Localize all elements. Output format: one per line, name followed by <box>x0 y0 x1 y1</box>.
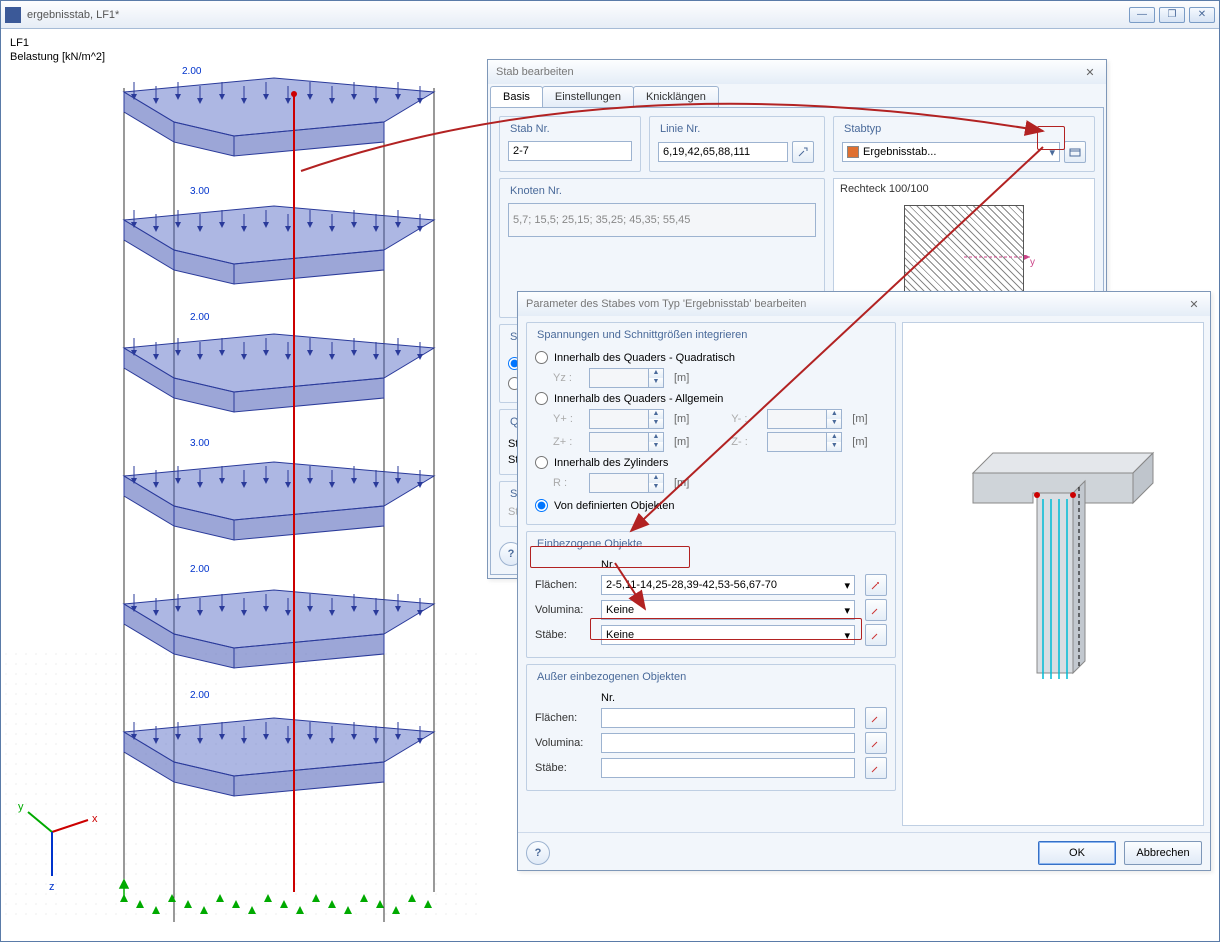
stab-nr-label: Stab Nr. <box>506 123 554 135</box>
opt-allgemein-radio[interactable] <box>535 392 548 405</box>
tab-knicklaengen[interactable]: Knicklängen <box>633 86 719 107</box>
staebe-value: Keine <box>606 629 844 641</box>
stabtyp-edit-icon[interactable] <box>1064 141 1086 163</box>
pick-volumina-excl-icon[interactable] <box>865 732 887 754</box>
nr-label: Nr. <box>601 559 615 571</box>
dialog1-title-bar: Stab bearbeiten ✕ <box>488 60 1106 84</box>
close-button[interactable]: ✕ <box>1189 7 1215 23</box>
help-button[interactable]: ? <box>526 841 550 865</box>
load-value: 2.00 <box>190 312 209 323</box>
dialog-parameter: Parameter des Stabes vom Typ 'Ergebnisst… <box>517 291 1211 871</box>
dialog1-title: Stab bearbeiten <box>496 66 574 78</box>
zplus-input <box>589 432 649 452</box>
yminus-label: Y- : <box>731 413 761 425</box>
opt-zylinder-label: Innerhalb des Zylinders <box>554 457 668 469</box>
opt-allgemein-label: Innerhalb des Quaders - Allgemein <box>554 393 723 405</box>
dialog1-close-icon[interactable]: ✕ <box>1082 64 1098 80</box>
load-value: 2.00 <box>182 66 201 77</box>
preview-tsection-icon <box>903 323 1203 823</box>
main-window: ergebnisstab, LF1* — ❐ ✕ LF1 Belastung [… <box>0 0 1220 942</box>
cancel-button[interactable]: Abbrechen <box>1124 841 1202 865</box>
opt-quadratisch-label: Innerhalb des Quaders - Quadratisch <box>554 352 735 364</box>
r-label: R : <box>553 477 583 489</box>
dialog2-title: Parameter des Stabes vom Typ 'Ergebnisst… <box>526 298 806 310</box>
zplus-label: Z+ : <box>553 436 583 448</box>
flaechen-excl-input[interactable] <box>601 708 855 728</box>
stabtyp-value: Ergebnisstab... <box>863 146 1049 158</box>
pick-volumina-icon[interactable] <box>865 599 887 621</box>
stabtyp-color-swatch <box>847 146 859 158</box>
chevron-down-icon: ▾ <box>844 629 850 642</box>
excluded-group-label: Außer einbezogenen Objekten <box>533 671 690 683</box>
integrate-group-label: Spannungen und Schnittgrößen integrieren <box>533 329 751 341</box>
flaechen-select[interactable]: 2-5,11-14,25-28,39-42,53-56,67-70▾ <box>601 575 855 595</box>
staebe-excl-label: Stäbe: <box>535 762 595 774</box>
parameter-preview <box>902 322 1204 826</box>
yplus-label: Y+ : <box>553 413 583 425</box>
tab-basis[interactable]: Basis <box>490 86 543 107</box>
pick-line-icon[interactable] <box>792 141 814 163</box>
stab-nr-input[interactable] <box>508 141 632 161</box>
minimize-button[interactable]: — <box>1129 7 1155 23</box>
flaechen-label: Flächen: <box>535 579 595 591</box>
zminus-input <box>767 432 827 452</box>
volumina-select[interactable]: Keine▾ <box>601 600 855 620</box>
opt-quadratisch-radio[interactable] <box>535 351 548 364</box>
pick-staebe-excl-icon[interactable] <box>865 757 887 779</box>
volumina-excl-label: Volumina: <box>535 737 595 749</box>
load-value: 2.00 <box>190 690 209 701</box>
linie-nr-label: Linie Nr. <box>656 123 704 135</box>
knoten-label: Knoten Nr. <box>506 185 566 197</box>
included-group-label: Einbezogene Objekte <box>533 538 646 550</box>
axis-y: y <box>18 801 24 813</box>
volumina-excl-input[interactable] <box>601 733 855 753</box>
flaechen-value: 2-5,11-14,25-28,39-42,53-56,67-70 <box>606 579 844 591</box>
staebe-select[interactable]: Keine▾ <box>601 625 855 645</box>
pick-flaechen-excl-icon[interactable] <box>865 707 887 729</box>
main-title-bar: ergebnisstab, LF1* — ❐ ✕ <box>1 1 1219 29</box>
flaechen-excl-label: Flächen: <box>535 712 595 724</box>
load-value: 3.00 <box>190 186 209 197</box>
cross-section-label: Rechteck 100/100 <box>840 183 929 195</box>
load-value: 3.00 <box>190 438 209 449</box>
yz-label: Yz : <box>553 372 583 384</box>
zminus-label: Z- : <box>731 436 761 448</box>
r-input <box>589 473 649 493</box>
maximize-button[interactable]: ❐ <box>1159 7 1185 23</box>
axis-z: z <box>49 881 55 893</box>
app-icon <box>5 7 21 23</box>
dialog2-close-icon[interactable]: ✕ <box>1186 296 1202 312</box>
volumina-label: Volumina: <box>535 604 595 616</box>
model-sketch: x y z <box>4 32 484 932</box>
chevron-down-icon: ▾ <box>1049 146 1055 159</box>
axis-x: x <box>92 813 98 825</box>
linie-nr-input[interactable] <box>658 142 788 162</box>
yplus-input <box>589 409 649 429</box>
staebe-label: Stäbe: <box>535 629 595 641</box>
chevron-down-icon: ▾ <box>844 579 850 592</box>
window-title: ergebnisstab, LF1* <box>27 9 1129 21</box>
volumina-value: Keine <box>606 604 844 616</box>
nr-label: Nr. <box>601 692 615 704</box>
stabtyp-label: Stabtyp <box>840 123 885 135</box>
stabtyp-select[interactable]: Ergebnisstab... ▾ <box>842 142 1060 162</box>
yz-input <box>589 368 649 388</box>
unit-m: [m] <box>674 372 689 384</box>
staebe-excl-input[interactable] <box>601 758 855 778</box>
opt-zylinder-radio[interactable] <box>535 456 548 469</box>
dialog2-title-bar: Parameter des Stabes vom Typ 'Ergebnisst… <box>518 292 1210 316</box>
knoten-input <box>508 203 816 237</box>
tab-einstellungen[interactable]: Einstellungen <box>542 86 634 107</box>
opt-objekte-label: Von definierten Objekten <box>554 500 674 512</box>
pick-flaechen-icon[interactable] <box>865 574 887 596</box>
opt-objekte-radio[interactable] <box>535 499 548 512</box>
chevron-down-icon: ▾ <box>844 604 850 617</box>
load-value: 2.00 <box>190 564 209 575</box>
pick-staebe-icon[interactable] <box>865 624 887 646</box>
ok-button[interactable]: OK <box>1038 841 1116 865</box>
yminus-input <box>767 409 827 429</box>
